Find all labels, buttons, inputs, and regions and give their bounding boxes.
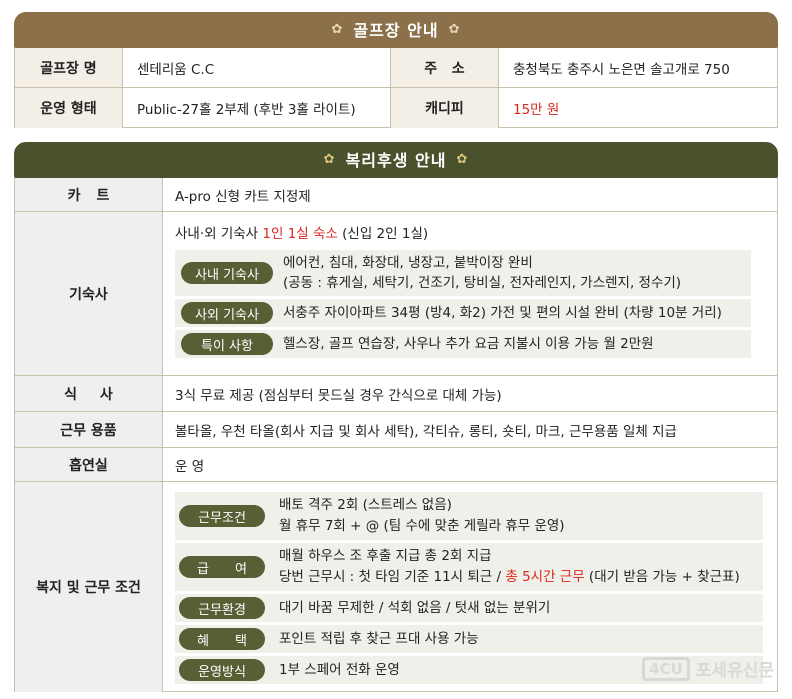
caddie-fee-value: 15만 원 (513, 102, 560, 118)
table-row: 카트 A-pro 신형 카트 지정제 (15, 178, 777, 212)
condition-line: 매월 하우스 조 후출 지급 총 2회 지급 (279, 548, 492, 564)
dorm-tag-pill: 특이 사항 (181, 333, 273, 355)
dorm-label: 기숙사 (15, 212, 163, 375)
dorm-tag-pill: 사외 기숙사 (181, 302, 273, 324)
table-row: 운영 형태 Public-27홀 2부제 (후반 3홀 라이트) 캐디피 15만… (15, 88, 777, 128)
cart-label: 카트 (15, 178, 163, 211)
list-item: 근무조건 배토 격주 2회 (스트레스 없음) 월 휴무 7회 + @ (팀 수… (175, 492, 763, 540)
smoking-room-label: 흡연실 (15, 448, 163, 481)
dorm-item-text: 에어컨, 침대, 화장대, 냉장고, 붙박이장 완비 (공동 : 휴게실, 세탁… (273, 253, 681, 293)
cart-value: A-pro 신형 카트 지정제 (175, 188, 311, 205)
work-gear-value: 볼타올, 우천 타올(회사 지급 및 회사 세탁), 각티슈, 롱티, 숏티, … (175, 423, 677, 440)
ornament-icon: ✿ (323, 151, 336, 167)
condition-text: 배토 격주 2회 (스트레스 없음) 월 휴무 7회 + @ (팀 수에 맞춘 … (265, 495, 565, 537)
condition-tag-pill: 근무조건 (179, 505, 265, 527)
table-row: 근무 용품 볼타올, 우천 타올(회사 지급 및 회사 세탁), 각티슈, 롱티… (15, 412, 777, 448)
dorm-item-line: 에어컨, 침대, 화장대, 냉장고, 붙박이장 완비 (283, 255, 533, 271)
caddie-fee-label: 캐디피 (391, 88, 499, 128)
condition-text: 매월 하우스 조 후출 지급 총 2회 지급 당번 근무시 : 첫 타임 기준 … (265, 546, 740, 588)
table-row: 흡연실 운 영 (15, 448, 777, 482)
list-item: 사내 기숙사 에어컨, 침대, 화장대, 냉장고, 붙박이장 완비 (공동 : … (175, 250, 751, 296)
dorm-item-line: (공동 : 휴게실, 세탁기, 건조기, 탕비실, 전자레인지, 가스렌지, 정… (283, 275, 682, 291)
condition-text: 대기 바꿈 무제한 / 석회 없음 / 텃새 없는 분위기 (279, 599, 551, 616)
welfare-info-banner: ✿ 복리후생 안내 ✿ (14, 142, 778, 176)
welfare-info-table: 카트 A-pro 신형 카트 지정제 기숙사 사내‧외 기숙사 1인 1실 숙소… (14, 176, 778, 692)
list-item: 급 여 매월 하우스 조 후출 지급 총 2회 지급 당번 근무시 : 첫 타임… (175, 543, 763, 591)
ornament-icon: ✿ (456, 151, 469, 167)
welfare-banner-title: 복리후생 안내 (345, 151, 447, 170)
table-row: 기숙사 사내‧외 기숙사 1인 1실 숙소 (신입 2인 1실) 사내 기숙사 … (15, 212, 777, 376)
dorm-item-text: 헬스장, 골프 연습장, 사우나 추가 요금 지불시 이용 가능 월 2만원 (283, 336, 654, 352)
condition-line-text: 당번 근무시 : 첫 타임 기준 11시 퇴근 / (279, 569, 506, 585)
condition-line: 월 휴무 7회 + @ (팀 수에 맞춘 게릴라 휴무 운영) (279, 518, 565, 534)
dorm-item-list: 사내 기숙사 에어컨, 침대, 화장대, 냉장고, 붙박이장 완비 (공동 : … (175, 250, 751, 358)
dorm-details: 사내‧외 기숙사 1인 1실 숙소 (신입 2인 1실) 사내 기숙사 에어컨,… (163, 212, 777, 375)
condition-tag-pill: 운영방식 (179, 659, 265, 681)
list-item: 특이 사항 헬스장, 골프 연습장, 사우나 추가 요금 지불시 이용 가능 월… (175, 330, 751, 358)
condition-line: 당번 근무시 : 첫 타임 기준 11시 퇴근 / 총 5시간 근무 (대기 받… (279, 567, 740, 588)
operation-type-label: 운영 형태 (15, 88, 123, 128)
operation-type-value: Public-27홀 2부제 (후반 3홀 라이트) (123, 88, 391, 128)
publisher-watermark: 4CU 포세유신문 (642, 656, 774, 681)
condition-tag-pill: 혜 택 (179, 628, 265, 650)
meal-label: 식 사 (15, 376, 163, 411)
list-item: 사외 기숙사 서충주 자이아파트 34평 (방4, 화2) 가전 및 편의 시설… (175, 299, 751, 327)
golf-name-label: 골프장 명 (15, 48, 123, 87)
table-row: 식 사 3식 무료 제공 (점심부터 못드실 경우 간식으로 대체 가능) (15, 376, 777, 412)
condition-text: 1부 스페어 전화 운영 (279, 661, 400, 678)
dorm-summary-highlight: 1인 1실 숙소 (262, 226, 338, 242)
golf-banner-title: 골프장 안내 (353, 21, 439, 40)
condition-text: 포인트 적립 후 찾근 프대 사용 가능 (279, 630, 479, 647)
address-label: 주 소 (391, 48, 499, 87)
list-item: 혜 택 포인트 적립 후 찾근 프대 사용 가능 (175, 625, 763, 653)
condition-line-highlight: 총 5시간 근무 (505, 569, 585, 585)
dorm-summary-note: (신입 2인 1실) (337, 226, 429, 242)
list-item: 근무환경 대기 바꿈 무제한 / 석회 없음 / 텃새 없는 분위기 (175, 594, 763, 622)
condition-line-note: (대기 받음 가능 + 찾근표) (584, 569, 740, 585)
golf-name-value: 센테리움 C.C (123, 48, 391, 87)
dorm-tag-pill: 사내 기숙사 (181, 262, 273, 284)
address-value: 충청북도 충주시 노은면 솔고개로 750 (513, 61, 730, 78)
conditions-label: 복지 및 근무 조건 (15, 482, 163, 692)
condition-tag-pill: 급 여 (179, 556, 265, 578)
work-gear-label: 근무 용품 (15, 412, 163, 447)
ornament-icon: ✿ (448, 21, 461, 37)
condition-tag-pill: 근무환경 (179, 597, 265, 619)
dorm-summary: 사내‧외 기숙사 1인 1실 숙소 (신입 2인 1실) (175, 220, 765, 244)
ornament-icon: ✿ (331, 21, 344, 37)
meal-value: 3식 무료 제공 (점심부터 못드실 경우 간식으로 대체 가능) (175, 387, 502, 404)
smoking-room-value: 운 영 (175, 458, 205, 475)
condition-line: 배토 격주 2회 (스트레스 없음) (279, 497, 452, 513)
publisher-logo: 4CU (642, 656, 690, 681)
dorm-item-text: 서충주 자이아파트 34평 (방4, 화2) 가전 및 편의 시설 완비 (차량… (283, 305, 722, 321)
golf-info-banner: ✿ 골프장 안내 ✿ (14, 12, 778, 46)
publisher-name: 포세유신문 (695, 661, 774, 681)
golf-info-table: 골프장 명 센테리움 C.C 주 소 충청북도 충주시 노은면 솔고개로 750… (14, 46, 778, 128)
table-row: 골프장 명 센테리움 C.C 주 소 충청북도 충주시 노은면 솔고개로 750 (15, 48, 777, 88)
dorm-summary-text: 사내‧외 기숙사 (175, 226, 263, 242)
